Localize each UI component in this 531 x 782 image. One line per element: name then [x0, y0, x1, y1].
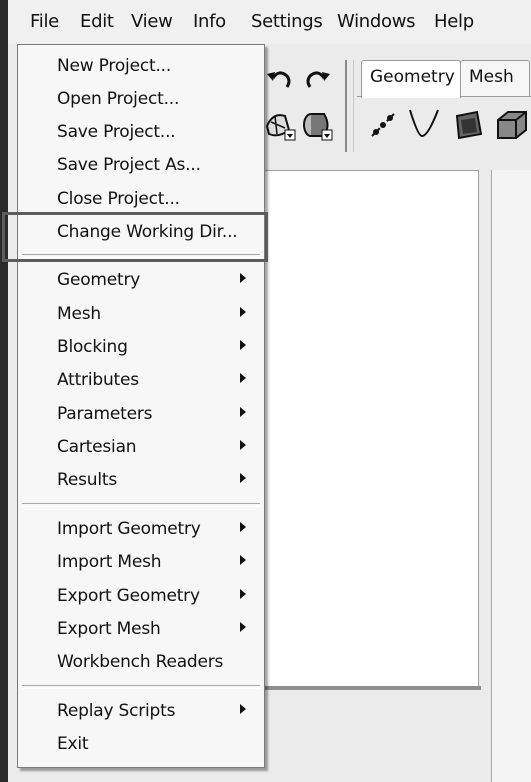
- menu-item-open-project[interactable]: Open Project...: [18, 84, 264, 116]
- menu-item-label: Exit: [57, 734, 89, 754]
- menu-item-label: Replay Scripts: [57, 701, 176, 721]
- menu-item-exit[interactable]: Exit: [18, 729, 264, 761]
- menu-separator: [22, 503, 260, 507]
- submenu-arrow-icon: [240, 340, 246, 350]
- menu-item-export-geometry[interactable]: Export Geometry: [18, 581, 264, 613]
- menu-item-label: Mesh: [57, 304, 101, 324]
- create-body-icon[interactable]: [494, 108, 528, 142]
- menu-item-save-project[interactable]: Save Project...: [18, 117, 264, 149]
- menu-item-replay-scripts[interactable]: Replay Scripts: [18, 696, 264, 728]
- submenu-arrow-icon: [240, 273, 246, 283]
- tab-geometry-label: Geometry: [370, 67, 455, 87]
- menu-item-cartesian[interactable]: Cartesian: [18, 432, 264, 464]
- menu-item-label: Results: [57, 470, 117, 490]
- tab-mesh[interactable]: Mesh: [460, 60, 530, 96]
- menu-item-import-geometry[interactable]: Import Geometry: [18, 514, 264, 546]
- menu-item-export-mesh[interactable]: Export Mesh: [18, 614, 264, 646]
- menu-item-import-mesh[interactable]: Import Mesh: [18, 547, 264, 579]
- submenu-arrow-icon: [240, 704, 246, 714]
- window-left-edge: [0, 0, 8, 782]
- menu-item-geometry[interactable]: Geometry: [18, 265, 264, 297]
- menu-item-label: Export Mesh: [57, 619, 161, 639]
- highlight-box: [2, 212, 268, 262]
- submenu-arrow-icon: [240, 589, 246, 599]
- menu-item-label: Import Geometry: [57, 519, 201, 539]
- menu-settings[interactable]: Settings: [249, 11, 324, 32]
- submenu-arrow-icon: [240, 307, 246, 317]
- menu-view[interactable]: View: [129, 11, 175, 32]
- menu-item-label: Workbench Readers: [57, 652, 224, 672]
- menu-help[interactable]: Help: [432, 11, 476, 32]
- submenu-arrow-icon: [240, 555, 246, 565]
- redo-icon[interactable]: [300, 64, 334, 98]
- menu-item-label: Parameters: [57, 404, 153, 424]
- cylinder-icon[interactable]: [300, 108, 334, 142]
- menu-item-label: Attributes: [57, 370, 139, 390]
- menu-item-label: Geometry: [57, 270, 141, 290]
- create-surface-icon[interactable]: [451, 108, 485, 142]
- menu-item-label: Save Project...: [57, 122, 176, 142]
- submenu-arrow-icon: [240, 622, 246, 632]
- undo-icon[interactable]: [263, 64, 297, 98]
- menu-item-workbench-readers[interactable]: Workbench Readers: [18, 647, 264, 679]
- toolbar-separator: [353, 60, 354, 152]
- create-point-icon[interactable]: [366, 108, 400, 142]
- menu-item-label: Import Mesh: [57, 552, 162, 572]
- viewport-bottom-border: [262, 686, 481, 690]
- menu-separator: [22, 685, 260, 689]
- menu-item-results[interactable]: Results: [18, 465, 264, 497]
- submenu-arrow-icon: [240, 440, 246, 450]
- menubar: File Edit View Info Settings Windows Hel…: [8, 0, 531, 45]
- toolbar-separator: [345, 60, 347, 152]
- menu-item-parameters[interactable]: Parameters: [18, 399, 264, 431]
- submenu-arrow-icon: [240, 407, 246, 417]
- menu-item-label: Export Geometry: [57, 586, 200, 606]
- menu-edit[interactable]: Edit: [78, 11, 116, 32]
- menu-file[interactable]: File: [28, 11, 61, 32]
- graphics-viewport[interactable]: [262, 170, 479, 690]
- menu-item-label: Save Project As...: [57, 155, 201, 175]
- menu-item-new-project[interactable]: New Project...: [18, 51, 264, 83]
- create-curve-icon[interactable]: [406, 106, 440, 140]
- menu-item-mesh[interactable]: Mesh: [18, 299, 264, 331]
- menu-info[interactable]: Info: [191, 11, 228, 32]
- menu-item-label: Cartesian: [57, 437, 137, 457]
- menu-item-blocking[interactable]: Blocking: [18, 332, 264, 364]
- submenu-arrow-icon: [240, 373, 246, 383]
- menu-item-label: New Project...: [57, 56, 172, 76]
- menu-item-label: Open Project...: [57, 89, 180, 109]
- menu-item-label: Blocking: [57, 337, 128, 357]
- side-panel: [491, 170, 531, 782]
- menu-item-save-project-as[interactable]: Save Project As...: [18, 150, 264, 182]
- file-menu-dropdown: New Project... Open Project... Save Proj…: [17, 44, 265, 768]
- submenu-arrow-icon: [240, 522, 246, 532]
- menu-item-label: Close Project...: [57, 189, 180, 209]
- menu-item-attributes[interactable]: Attributes: [18, 365, 264, 397]
- tab-mesh-label: Mesh: [469, 67, 514, 87]
- submenu-arrow-icon: [240, 473, 246, 483]
- menu-windows[interactable]: Windows: [335, 11, 417, 32]
- geometry-shape-icon[interactable]: [263, 108, 297, 142]
- tab-geometry[interactable]: Geometry: [361, 60, 461, 98]
